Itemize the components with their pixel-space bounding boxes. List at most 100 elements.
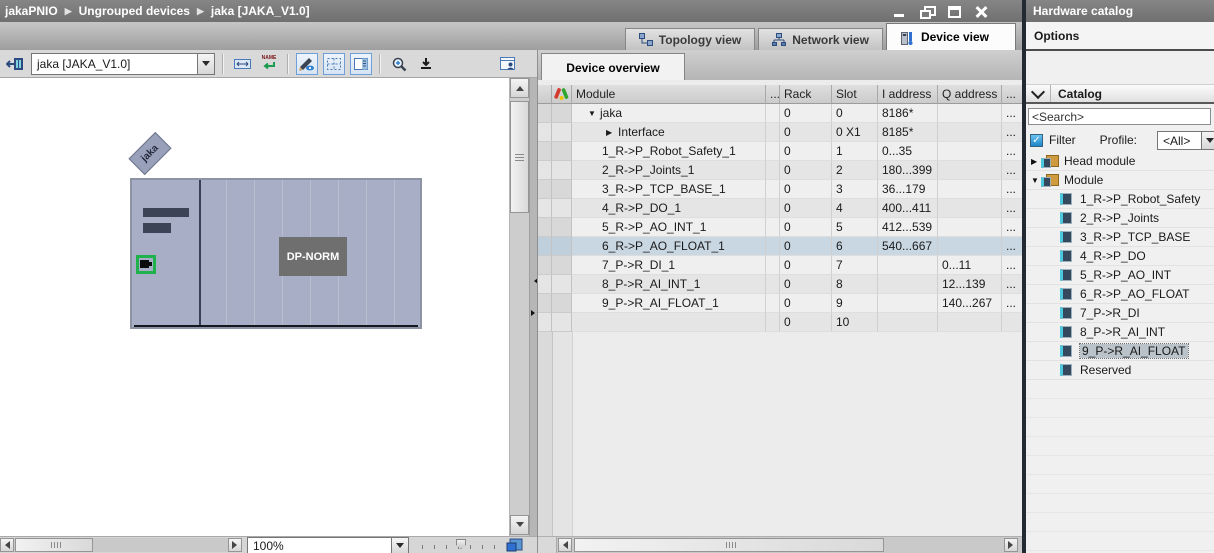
save-layout-icon[interactable] [415, 53, 437, 75]
profile-selector[interactable]: <All> [1157, 131, 1214, 150]
scrollbar-thumb[interactable] [510, 101, 529, 213]
catalog-item-9-p-r-ai-float[interactable]: 9_P->R_AI_FLOAT [1026, 342, 1214, 361]
breadcrumb-project[interactable]: jakaPNIO [5, 4, 58, 18]
table-row[interactable]: ▼jaka008186*... [538, 104, 1023, 123]
more-cell [766, 142, 780, 161]
scroll-up-icon[interactable] [510, 78, 529, 98]
collapse-pane-icon[interactable] [1026, 85, 1051, 102]
scroll-left-icon[interactable] [558, 538, 572, 552]
zoom-in-icon[interactable] [388, 53, 410, 75]
scrollbar-thumb[interactable] [15, 538, 93, 552]
table-row[interactable]: 3_R->P_TCP_BASE_10336...179... [538, 180, 1023, 199]
module-cell: 1_R->P_Robot_Safety_1 [572, 142, 766, 161]
profinet-port-icon[interactable] [136, 255, 156, 274]
head-module-graphic[interactable] [132, 180, 201, 327]
edit-labels-icon[interactable] [296, 53, 318, 75]
more-cell: ... [1002, 256, 1023, 275]
tab-topology-view[interactable]: Topology view [625, 28, 755, 50]
column-header-slot[interactable]: Slot [832, 85, 878, 104]
breadcrumb-device[interactable]: jaka [JAKA_V1.0] [211, 4, 310, 18]
column-header-module[interactable]: Module [572, 85, 766, 104]
table-row[interactable]: 010 [538, 313, 1023, 332]
device-plug-icon[interactable] [4, 53, 26, 75]
table-row[interactable]: 8_P->R_AI_INT_10812...139... [538, 275, 1023, 294]
catalog-item-1-r-p-robot-safety[interactable]: 1_R->P_Robot_Safety [1026, 190, 1214, 209]
catalog-search-input[interactable]: <Search> [1028, 108, 1211, 125]
close-icon[interactable] [974, 6, 988, 17]
minimize-icon[interactable] [893, 6, 907, 17]
expand-icon[interactable]: ▶ [606, 128, 618, 137]
scroll-right-icon[interactable] [228, 538, 242, 552]
table-row[interactable]: 7_P->R_DI_1070...11... [538, 256, 1023, 275]
catalog-item-2-r-p-joints[interactable]: 2_R->P_Joints [1026, 209, 1214, 228]
catalog-item-6-r-p-ao-float[interactable]: 6_R->P_AO_FLOAT [1026, 285, 1214, 304]
scroll-left-icon[interactable] [0, 538, 14, 552]
dropdown-arrow-icon[interactable] [197, 54, 214, 74]
tab-device-overview[interactable]: Device overview [541, 53, 685, 81]
assign-device-name-icon[interactable]: NAME [258, 53, 280, 75]
filter-checkbox[interactable]: ✓ [1030, 134, 1043, 147]
catalog-pane-header[interactable]: Catalog [1026, 84, 1214, 104]
column-header-i-address[interactable]: I address [878, 85, 938, 104]
expand-icon[interactable]: ▶ [1031, 157, 1041, 166]
fit-to-window-icon[interactable] [506, 538, 523, 552]
collapse-icon[interactable]: ▼ [588, 109, 600, 118]
catalog-item-module[interactable]: ▼Module [1026, 171, 1214, 190]
table-row[interactable]: 2_R->P_Joints_102180...399... [538, 161, 1023, 180]
table-horizontal-scrollbar[interactable] [538, 536, 1023, 553]
module-dimensions-icon[interactable] [231, 53, 253, 75]
more-cell: ... [1002, 142, 1023, 161]
q-address-cell: 0...11 [938, 256, 1002, 275]
collapse-icon[interactable]: ▼ [1031, 176, 1041, 185]
dropdown-arrow-icon[interactable] [1201, 132, 1214, 149]
module-icon [1060, 231, 1072, 243]
breadcrumb-ungrouped-devices[interactable]: Ungrouped devices [79, 4, 190, 18]
device-graphic-canvas[interactable]: jaka DP-NORM [0, 78, 509, 536]
window-titlebar: jakaPNIO ▶ Ungrouped devices ▶ jaka [JAK… [0, 0, 1022, 22]
catalog-item-reserved[interactable]: Reserved [1026, 361, 1214, 380]
device-selector[interactable]: jaka [JAKA_V1.0] [31, 53, 215, 75]
zoom-level-selector[interactable]: 100% [247, 537, 409, 553]
more-cell: ... [1002, 123, 1023, 142]
more-cell [766, 313, 780, 332]
scroll-right-icon[interactable] [1004, 538, 1018, 552]
catalog-item-4-r-p-do[interactable]: 4_R->P_DO [1026, 247, 1214, 266]
row-gutter [538, 218, 552, 237]
dropdown-arrow-icon[interactable] [391, 538, 408, 553]
zoom-level-value: 100% [248, 539, 391, 553]
table-row[interactable]: 9_P->R_AI_FLOAT_109140...267... [538, 294, 1023, 313]
catalog-item-8-p-r-ai-int[interactable]: 8_P->R_AI_INT [1026, 323, 1214, 342]
catalog-item-7-p-r-di[interactable]: 7_P->R_DI [1026, 304, 1214, 323]
catalog-item-5-r-p-ao-int[interactable]: 5_R->P_AO_INT [1026, 266, 1214, 285]
column-header-more[interactable]: ... [766, 85, 780, 104]
catalog-item-head-module[interactable]: ▶Head module [1026, 152, 1214, 171]
overview-pane-icon[interactable] [350, 53, 372, 75]
table-row[interactable]: 4_R->P_DO_104400...411... [538, 199, 1023, 218]
catalog-empty-row [1026, 399, 1214, 418]
scroll-down-icon[interactable] [510, 515, 529, 535]
pane-splitter[interactable] [529, 78, 537, 536]
table-row[interactable]: 6_R->P_AO_FLOAT_106540...667... [538, 237, 1023, 256]
zoom-slider[interactable] [422, 540, 500, 551]
snap-grid-icon[interactable] [323, 53, 345, 75]
more-cell [766, 161, 780, 180]
module-cell: 9_P->R_AI_FLOAT_1 [572, 294, 766, 313]
device-name-tag[interactable]: jaka [128, 132, 171, 175]
maximize-icon[interactable] [947, 6, 961, 17]
filter-label: Filter [1049, 133, 1076, 147]
table-row[interactable]: 5_R->P_AO_INT_105412...539... [538, 218, 1023, 237]
scrollbar-thumb[interactable] [574, 538, 884, 552]
catalog-item-3-r-p-tcp-base[interactable]: 3_R->P_TCP_BASE [1026, 228, 1214, 247]
window-settings-icon[interactable] [497, 53, 519, 75]
tab-network-view[interactable]: Network view [758, 28, 883, 50]
column-header-more[interactable]: ... [1002, 85, 1023, 104]
table-row[interactable]: ▶Interface00 X18185*... [538, 123, 1023, 142]
tab-device-view[interactable]: Device view [886, 23, 1016, 50]
column-header-rack[interactable]: Rack [780, 85, 832, 104]
canvas-vertical-scrollbar[interactable] [509, 78, 529, 536]
device-rack-graphic[interactable]: DP-NORM [130, 178, 422, 329]
q-address-cell [938, 218, 1002, 237]
restore-icon[interactable] [920, 6, 934, 17]
column-header-q-address[interactable]: Q address [938, 85, 1002, 104]
table-row[interactable]: 1_R->P_Robot_Safety_1010...35... [538, 142, 1023, 161]
